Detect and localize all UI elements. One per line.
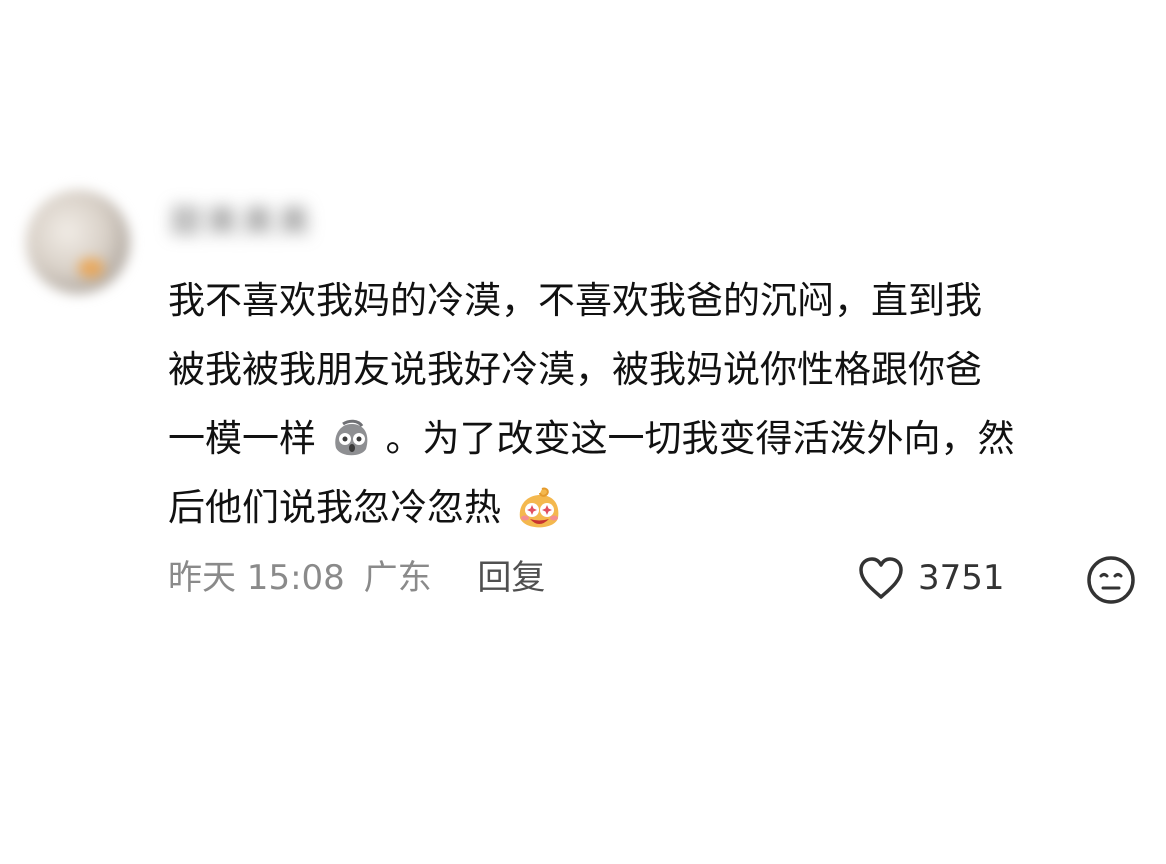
reply-button[interactable]: 回复 xyxy=(477,558,545,598)
comment-item: 甜美美美 我不喜欢我妈的冷漠，不喜欢我爸的沉闷，直到我 被我被我朋友说我好冷漠，… xyxy=(0,0,1166,864)
heart-icon xyxy=(859,557,903,599)
comment-time: 昨天 15:08 xyxy=(168,558,345,598)
comment-line-4: 后他们说我忽冷忽热 xyxy=(168,473,1143,542)
avatar[interactable] xyxy=(26,190,130,294)
comment-line-3-end: 。为了改变这一切我变得活泼外向，然 xyxy=(385,417,1015,460)
comment-meta: 昨天 15:08 广东 回复 xyxy=(168,555,545,601)
grey-blob-emoji xyxy=(328,414,374,460)
reaction-button[interactable] xyxy=(1086,555,1136,605)
comment-line-3: 一模一样 。为了改变这一切我变得活泼外向，然 xyxy=(168,404,1143,473)
avatar-accent xyxy=(78,258,104,278)
comment-text: 我不喜欢我妈的冷漠，不喜欢我爸的沉闷，直到我 被我被我朋友说我好冷漠，被我妈说你… xyxy=(168,266,1143,542)
comment-location: 广东 xyxy=(363,558,432,598)
comment-line-4-text: 后他们说我忽冷忽热 xyxy=(168,486,501,529)
comment-line-2: 被我被我朋友说我好冷漠，被我妈说你性格跟你爸 xyxy=(168,348,982,391)
comment-line-1: 我不喜欢我妈的冷漠，不喜欢我爸的沉闷，直到我 xyxy=(168,279,982,322)
neutral-face-icon xyxy=(1087,556,1135,604)
comment-line-3-start: 一模一样 xyxy=(168,417,316,460)
like-button[interactable]: 3751 xyxy=(856,555,1005,601)
happy-orange-blob-emoji xyxy=(513,483,559,529)
username[interactable]: 甜美美美 xyxy=(170,205,314,237)
like-count: 3751 xyxy=(918,558,1005,598)
